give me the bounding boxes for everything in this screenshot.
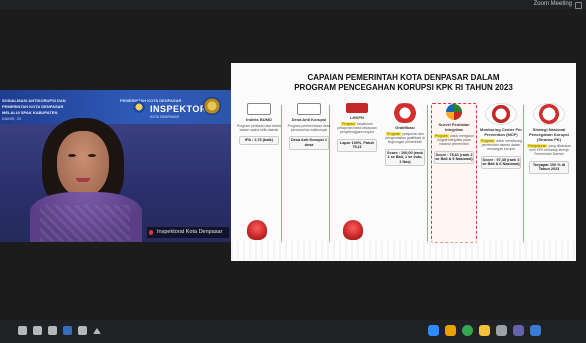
column-desc: Program pelaporan dan pengendalian grati… [383,132,427,145]
column-desc: Program pembentukan desa percontohan ant… [287,124,331,133]
banner-line-2: PEMERINTAH KOTA DENPASAR [2,104,64,109]
participant-name-label: Inspektorat Kota Denpasar [147,227,229,238]
column-title: Survei Penilaian Integritas [438,122,470,132]
column-divider [281,105,282,243]
gratifikasi-logo-icon [390,103,420,123]
video-icon[interactable] [33,326,42,335]
column-survei-integritas: Survei Penilaian Integritas Program untu… [431,103,477,243]
banner-line-1: SOSIALISASI ANTIKORUPSI DAN [2,98,66,103]
teams-icon[interactable] [513,325,524,336]
shirt-pattern [40,205,130,241]
muted-mic-icon [149,230,153,235]
taskbar [0,320,586,343]
window-title: Zoom Meeting [533,1,572,7]
column-score: Score : 100,00 (rank 1 se Bali, 1 se Ind… [385,148,425,167]
column-score: Lapor 100%, Patuh 75,11 [337,138,377,152]
banner-org-small: PEMERINTAH KOTA DENPASAR [120,98,182,103]
folder-icon[interactable] [479,325,490,336]
column-divider [427,105,428,243]
column-score: Terpapar 100 % di Tahun 2023 [529,160,569,174]
mascot-icon [343,220,363,240]
column-title: Gratifikasi [395,125,415,130]
participant-name: Inspektorat Kota Denpasar [157,229,223,235]
column-desc: Program penilaian tata kelola badan usah… [237,124,281,133]
lhkpn-logo-icon [346,103,368,113]
column-desc: Program kepatuhan pelaporan harta kekaya… [335,122,379,135]
window-control-icon[interactable] [575,2,582,9]
files-icon[interactable] [496,325,507,336]
mcp-logo-icon [485,103,517,125]
chat-icon[interactable] [78,326,87,335]
column-title: Indeks BUMD [246,117,272,122]
column-desc: Program untuk mendorong pemerintah daera… [479,139,523,152]
app-tray [428,325,541,336]
slide-title-line-2: PROGRAM PENCEGAHAN KORUPSI KPK RI TAHUN … [294,83,513,92]
store-icon[interactable] [445,325,456,336]
speaker-banner: SOSIALISASI ANTIKORUPSI DAN PEMERINTAH K… [0,90,231,124]
column-score: IPA : 2,76 (baik) [239,136,279,145]
meeting-controls [18,326,101,335]
speaker-mouth [76,178,90,182]
column-desc: Program untuk mengukur tingkat integrita… [432,134,476,147]
column-gratifikasi: Gratifikasi Program pelaporan dan pengen… [383,103,427,241]
mascot-icon [247,220,267,240]
column-title: Monitoring Center For Prevention (MCP) [480,127,522,137]
column-desc: Pengukuran yang dilakukan oleh KPK terha… [527,144,571,157]
column-divider [523,105,524,243]
chevron-up-icon[interactable] [93,328,101,334]
speaker-face [57,131,109,197]
banner-date: KAMIS, 20 [2,116,22,121]
speaker-eye-right [88,154,96,157]
desa-logo-icon [297,103,321,115]
banner-org-sub: KOTA DENPASAR [150,115,180,119]
column-title: LHKPN [350,115,364,120]
banner-line-3: MELALUI SPAK KABUPATEN [2,110,58,115]
mic-icon[interactable] [18,326,27,335]
banner-seal-logo-icon [203,97,221,115]
column-score: Score : 78,61 (rank 2 se Bali & 9 Nasion… [434,150,474,164]
window-titlebar: Zoom Meeting [0,0,586,9]
bumd-logo-icon [247,103,271,115]
column-mcp: Monitoring Center For Prevention (MCP) P… [479,103,523,241]
column-score: Score : 97,35 (rank 3 se Bali & 6 Nasion… [481,155,521,169]
column-title: Strategi Nasional Pencegahan Korupsi (St… [529,127,569,142]
column-title: Desa Anti Korupsi [291,117,327,122]
column-desa-antikorupsi: Desa Anti Korupsi Program pembentukan de… [287,103,331,241]
survei-logo-icon [446,104,462,120]
share-icon[interactable] [48,326,57,335]
chrome-icon[interactable] [462,325,473,336]
speaker-eye-left [68,154,76,157]
shared-slide: CAPAIAN PEMERINTAH KOTA DENPASAR DALAM P… [231,63,576,261]
windows-icon[interactable] [530,325,541,336]
slide-footer-pattern [231,241,576,261]
stranas-logo-icon [533,103,565,125]
column-stranas: Strategi Nasional Pencegahan Korupsi (St… [527,103,571,241]
zoom-icon[interactable] [428,325,439,336]
slide-title-line-1: CAPAIAN PEMERINTAH KOTA DENPASAR DALAM [307,73,500,82]
banner-small-logo-icon [133,101,145,113]
column-score: Desa Anti Korupsi 1 desa [289,136,329,150]
participants-icon[interactable] [63,326,72,335]
